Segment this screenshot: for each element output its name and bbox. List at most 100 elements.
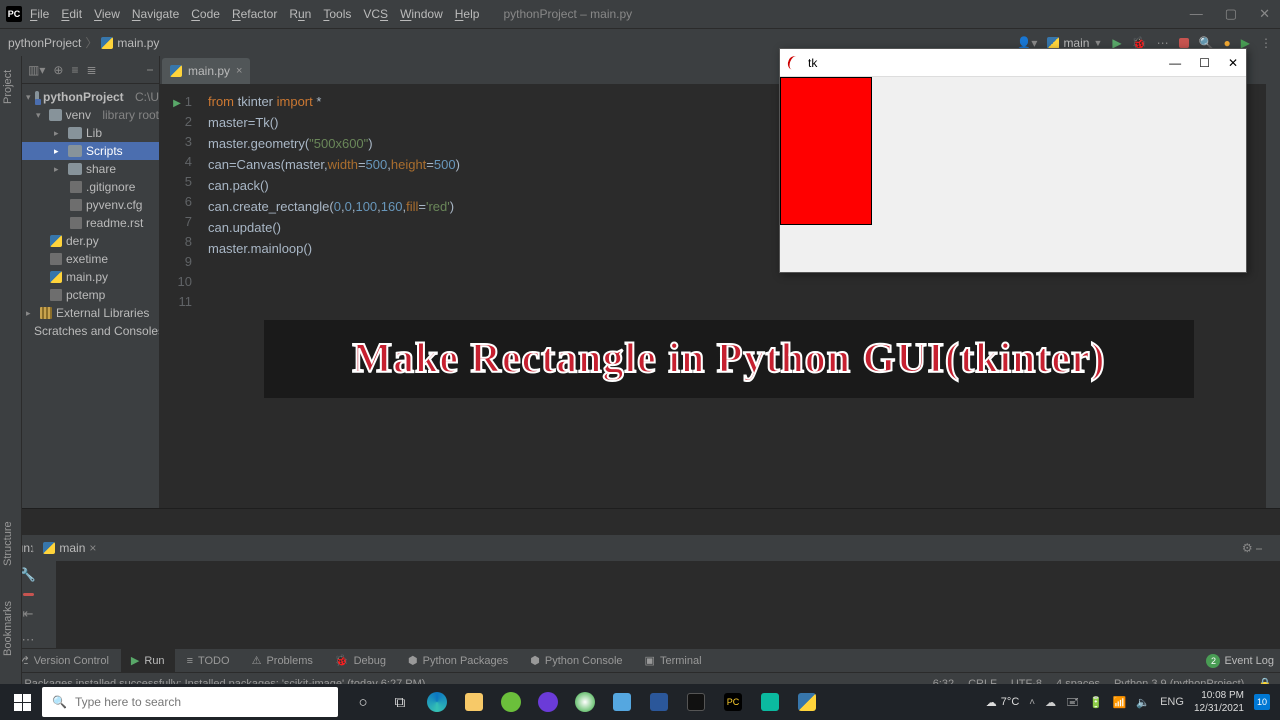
menu-file[interactable]: File bbox=[30, 7, 49, 21]
app-purple-icon[interactable] bbox=[531, 687, 565, 717]
explorer-icon[interactable] bbox=[457, 687, 491, 717]
run-gutter-icon[interactable]: ▶ bbox=[173, 94, 181, 114]
breadcrumb-project[interactable]: pythonProject bbox=[8, 36, 81, 50]
tk-maximize-icon[interactable]: ☐ bbox=[1199, 56, 1210, 70]
left-tool-strip: Project bbox=[0, 56, 22, 508]
minimize-icon[interactable]: — bbox=[1186, 6, 1207, 22]
debug-icon: 🐞 bbox=[335, 654, 349, 667]
more-icon[interactable]: ⋯ bbox=[22, 632, 35, 648]
close-icon[interactable]: ✕ bbox=[1255, 6, 1274, 22]
menu-tools[interactable]: Tools bbox=[323, 7, 351, 21]
tkinter-app-window[interactable]: tk — ☐ ✕ bbox=[779, 48, 1247, 273]
app-green-icon[interactable] bbox=[494, 687, 528, 717]
battery-icon[interactable]: 🔋 bbox=[1089, 696, 1103, 709]
tree-scratches[interactable]: Scratches and Consoles bbox=[22, 322, 159, 340]
structure-tool-tab[interactable]: Structure bbox=[2, 521, 14, 566]
menu-vcs[interactable]: VCS bbox=[363, 7, 388, 21]
exit-layout-icon[interactable]: ⇤ bbox=[23, 606, 34, 622]
task-view-icon[interactable]: ⧉ bbox=[383, 687, 417, 717]
tab-terminal[interactable]: ▣Terminal bbox=[635, 649, 712, 672]
tab-event-log[interactable]: 2Event Log bbox=[1206, 654, 1274, 668]
editor-marker-stripe[interactable] bbox=[1266, 84, 1280, 508]
tree-main[interactable]: main.py bbox=[22, 268, 159, 286]
run-tab[interactable]: main× bbox=[43, 541, 96, 555]
tree-exetime[interactable]: exetime bbox=[22, 250, 159, 268]
tree-pctemp[interactable]: pctemp bbox=[22, 286, 159, 304]
menu-window[interactable]: Window bbox=[400, 7, 443, 21]
app-pycharm-icon[interactable]: PC bbox=[716, 687, 750, 717]
tk-close-icon[interactable]: ✕ bbox=[1228, 56, 1238, 70]
app-word-icon[interactable] bbox=[642, 687, 676, 717]
run-settings-icon[interactable]: ⚙ ⎯ bbox=[1242, 541, 1280, 556]
mail-icon[interactable]: 🖃 bbox=[1066, 693, 1079, 712]
tab-python-packages[interactable]: ⬢Python Packages bbox=[398, 649, 518, 672]
scroll-down-icon[interactable]: ↓ bbox=[30, 544, 35, 555]
notification-center-icon[interactable]: 10 bbox=[1254, 694, 1270, 710]
app-python-icon[interactable] bbox=[790, 687, 824, 717]
tab-version-control[interactable]: ⎇Version Control bbox=[6, 649, 119, 672]
app-filmora-icon[interactable] bbox=[753, 687, 787, 717]
start-button[interactable] bbox=[4, 684, 40, 720]
stop-icon[interactable] bbox=[23, 593, 34, 596]
tab-debug[interactable]: 🐞Debug bbox=[325, 649, 396, 672]
editor-tab-main[interactable]: main.py × bbox=[162, 58, 250, 84]
python-icon bbox=[43, 542, 55, 554]
app-cmd-icon[interactable] bbox=[679, 687, 713, 717]
app-notepad-icon[interactable] bbox=[605, 687, 639, 717]
tk-titlebar[interactable]: tk — ☐ ✕ bbox=[780, 49, 1246, 77]
toolbar-more-icon[interactable]: ⋮ bbox=[1260, 36, 1272, 50]
tree-der[interactable]: der.py bbox=[22, 232, 159, 250]
stop-button-icon[interactable] bbox=[1179, 38, 1189, 48]
close-run-tab-icon[interactable]: × bbox=[89, 541, 96, 555]
tree-pyvenv[interactable]: pyvenv.cfg bbox=[22, 196, 159, 214]
libraries-icon bbox=[40, 307, 52, 319]
app-green2-icon[interactable] bbox=[568, 687, 602, 717]
menu-view[interactable]: View bbox=[94, 7, 120, 21]
gutter: ▶1 2 3 4 5 6 7 8 9 10 11 bbox=[160, 84, 208, 508]
tab-run[interactable]: ▶Run bbox=[121, 649, 175, 672]
menu-code[interactable]: Code bbox=[191, 7, 220, 21]
menu-navigate[interactable]: Navigate bbox=[132, 7, 179, 21]
tk-title-text: tk bbox=[808, 56, 817, 70]
tree-root[interactable]: ▾pythonProject C:\U bbox=[22, 88, 159, 106]
clock[interactable]: 10:08 PM12/31/2021 bbox=[1194, 689, 1244, 715]
tree-gitignore[interactable]: .gitignore bbox=[22, 178, 159, 196]
cortana-icon[interactable]: ○ bbox=[346, 687, 380, 717]
maximize-icon[interactable]: ▢ bbox=[1221, 6, 1241, 22]
project-view-icon[interactable]: ▥▾ bbox=[28, 63, 45, 77]
menu-edit[interactable]: Edit bbox=[61, 7, 82, 21]
folder-icon bbox=[68, 127, 82, 139]
menu-help[interactable]: Help bbox=[455, 7, 480, 21]
tab-python-console[interactable]: ⬢Python Console bbox=[520, 649, 632, 672]
wrench-icon[interactable]: 🔧 bbox=[20, 567, 36, 583]
tray-overflow-icon[interactable]: ˄ bbox=[1029, 697, 1035, 708]
tab-todcouncils[interactable]: ≡TODO bbox=[177, 649, 240, 672]
collapse-all-icon[interactable]: ≣ bbox=[86, 63, 96, 77]
wifi-icon[interactable]: 📶 bbox=[1113, 696, 1127, 709]
tree-venv[interactable]: ▾venv library root bbox=[22, 106, 159, 124]
bookmarks-tool-tab[interactable]: Bookmarks bbox=[2, 601, 14, 656]
expand-all-icon[interactable]: ≡ bbox=[71, 63, 78, 77]
close-tab-icon[interactable]: × bbox=[236, 65, 242, 77]
weather-widget[interactable]: ☁ 7°C bbox=[986, 696, 1019, 709]
hide-panel-icon[interactable]: ⎯ bbox=[147, 62, 153, 77]
tab-problems[interactable]: ⚠Problems bbox=[242, 649, 323, 672]
run-header: Run: main× ⚙ ⎯ bbox=[0, 535, 1280, 561]
locate-icon[interactable]: ⊕ bbox=[53, 63, 63, 77]
project-tree-panel: ▥▾ ⊕ ≡ ≣ ⎯ ▾pythonProject C:\U ▾venv lib… bbox=[22, 56, 160, 508]
tree-share[interactable]: ▸share bbox=[22, 160, 159, 178]
taskbar-search[interactable]: 🔍Type here to search bbox=[42, 687, 338, 717]
tree-lib[interactable]: ▸Lib bbox=[22, 124, 159, 142]
tk-minimize-icon[interactable]: — bbox=[1169, 56, 1181, 70]
edge-icon[interactable] bbox=[420, 687, 454, 717]
onedrive-icon[interactable]: ☁ bbox=[1045, 696, 1056, 709]
sound-icon[interactable]: 🔈 bbox=[1136, 696, 1150, 709]
project-tool-tab[interactable]: Project bbox=[2, 70, 14, 104]
menu-run[interactable]: Run bbox=[289, 7, 311, 21]
menu-refactor[interactable]: Refactor bbox=[232, 7, 277, 21]
tree-readme[interactable]: readme.rst bbox=[22, 214, 159, 232]
breadcrumb-file[interactable]: main.py bbox=[101, 36, 159, 50]
tree-scripts[interactable]: ▸Scripts bbox=[22, 142, 159, 160]
language-indicator[interactable]: ENG bbox=[1160, 696, 1184, 708]
tree-external-libraries[interactable]: ▸External Libraries bbox=[22, 304, 159, 322]
